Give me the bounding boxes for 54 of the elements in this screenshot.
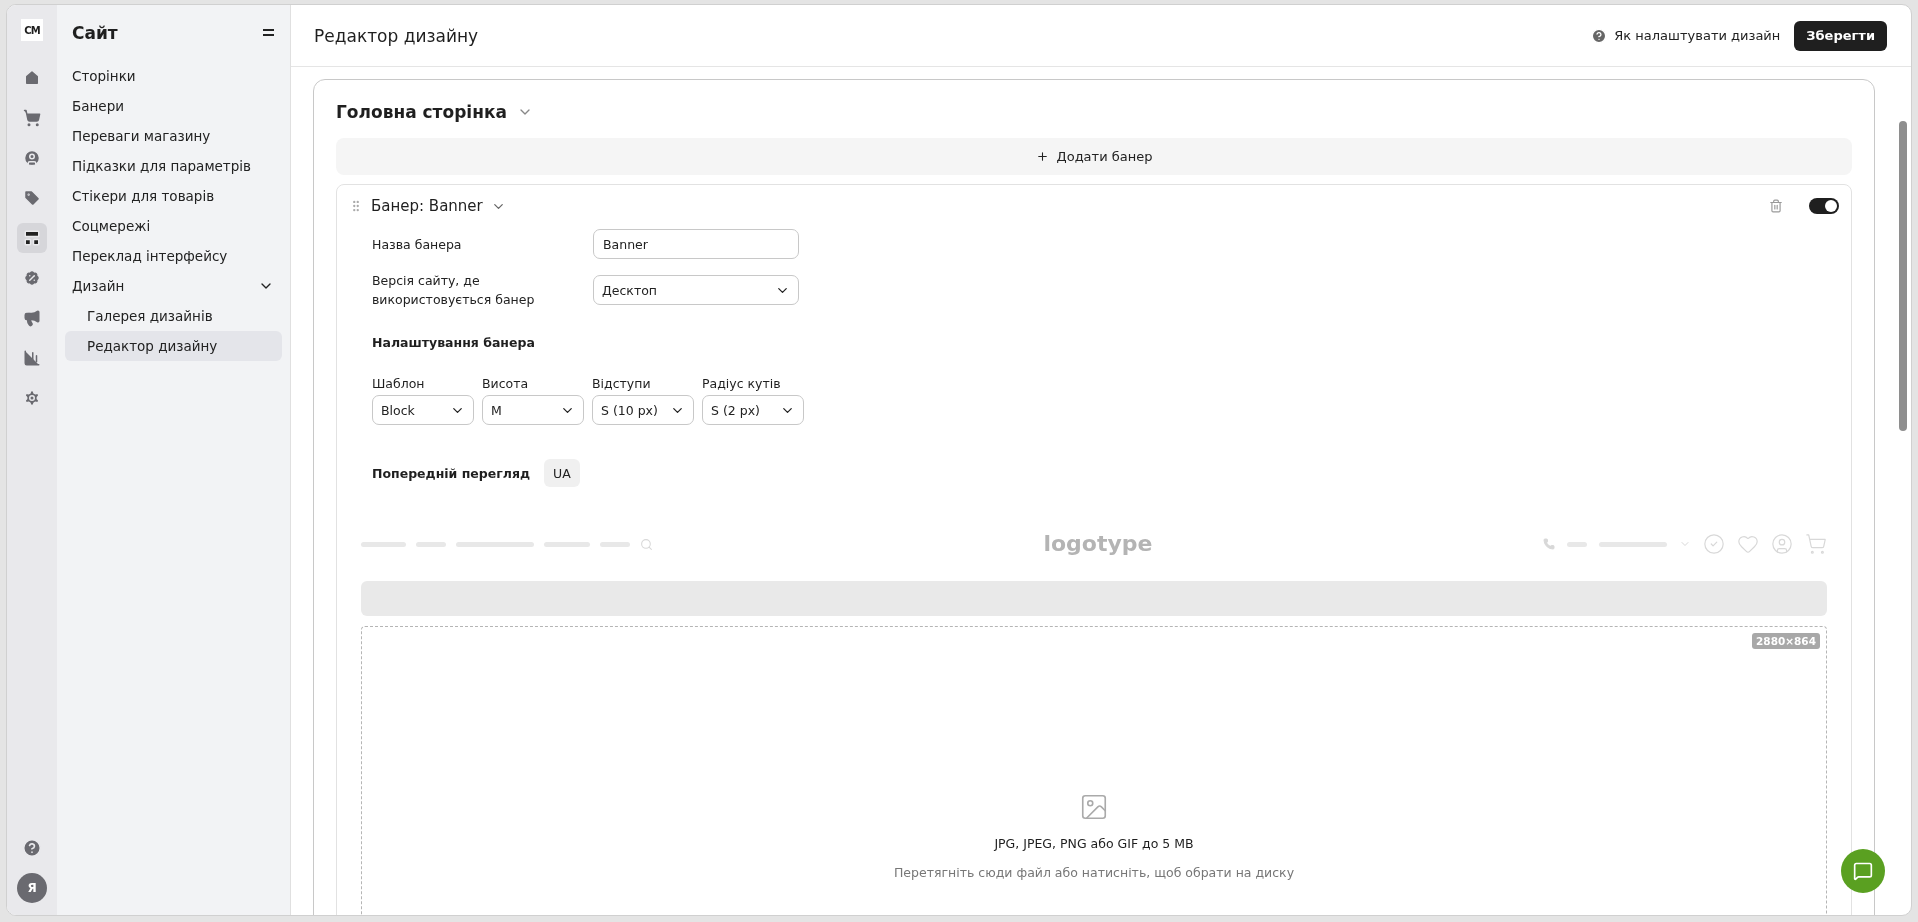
sidebar-item[interactable]: Підказки для параметрів <box>65 151 282 181</box>
section-heading: Попередній перегляд <box>372 465 531 481</box>
chat-icon <box>1853 861 1873 881</box>
save-button[interactable]: Зберегти <box>1794 20 1887 51</box>
page-title: Редактор дизайну <box>314 25 480 46</box>
user-icon <box>1771 533 1793 555</box>
plus-icon <box>1035 150 1049 163</box>
banner-dropdown[interactable]: Банер: Banner <box>371 197 1761 215</box>
select-field[interactable]: Block <box>372 395 474 425</box>
upload-hint: Перетягніть сюди файл або натисніть, щоб обрати на диску <box>893 865 1295 880</box>
select-field[interactable]: S (2 px) <box>702 395 804 425</box>
language-tab[interactable]: UA <box>544 459 580 487</box>
search-icon <box>640 537 653 551</box>
sidebar-item[interactable]: Банери <box>65 91 282 121</box>
section-heading: Налаштування банера <box>372 335 536 350</box>
sidebar-item[interactable]: Сторінки <box>65 61 282 91</box>
trash-icon[interactable] <box>1769 199 1783 213</box>
layout-icon[interactable] <box>17 223 47 253</box>
select-field[interactable]: M <box>482 395 584 425</box>
cart-icon <box>1805 533 1827 555</box>
field-label: Назва банера <box>372 235 463 254</box>
sidebar-item[interactable]: Соцмережі <box>65 211 282 241</box>
help-link[interactable]: Як налаштувати дизайн <box>1591 27 1781 44</box>
phone-icon <box>1543 538 1555 550</box>
field-label: Радіус кутів <box>702 376 782 391</box>
select-field[interactable]: S (10 px) <box>592 395 694 425</box>
select-field[interactable]: Десктоп <box>593 275 799 305</box>
logo[interactable]: CM <box>21 19 43 41</box>
field-label: Шаблон <box>372 376 426 391</box>
heart-icon <box>1737 533 1759 555</box>
collapse-icon[interactable] <box>263 29 274 37</box>
sidebar-item[interactable]: Переваги магазину <box>65 121 282 151</box>
sidebar-item[interactable]: Редактор дизайну <box>65 331 282 361</box>
banner-toggle[interactable] <box>1809 198 1839 214</box>
sidebar-item[interactable]: Галерея дизайнів <box>65 301 282 331</box>
field-label: Висота <box>482 376 530 391</box>
chat-button[interactable] <box>1841 849 1885 893</box>
logotype-text: logotype <box>1043 530 1153 558</box>
add-banner-button[interactable]: Додати банер <box>336 138 1852 175</box>
upload-formats: JPG, JPEG, PNG або GIF до 5 MB <box>994 836 1194 851</box>
user-avatar[interactable]: Я <box>17 873 47 903</box>
sidebar-item[interactable]: Дизайн <box>65 271 282 301</box>
field-label: Відступи <box>592 376 652 391</box>
size-badge: 2880×864 <box>1752 633 1820 649</box>
sidebar-item[interactable]: Переклад інтерфейсу <box>65 241 282 271</box>
upload-dropzone[interactable]: 2880×864 JPG, JPEG, PNG або GIF до 5 MB Перетягніть сюди файл або натисніть, щоб обрати на диску <box>361 626 1827 915</box>
help-icon <box>1591 27 1608 44</box>
image-icon <box>1079 792 1109 822</box>
input-field[interactable]: Banner <box>593 229 799 259</box>
section-dropdown[interactable]: Головна сторінка <box>336 102 533 122</box>
sidebar-title: Сайт <box>72 23 118 43</box>
field-label: Версія сайту, де використовується банер <box>372 272 536 309</box>
check-circle-icon <box>1703 533 1725 555</box>
sidebar-item[interactable]: Стікери для товарів <box>65 181 282 211</box>
